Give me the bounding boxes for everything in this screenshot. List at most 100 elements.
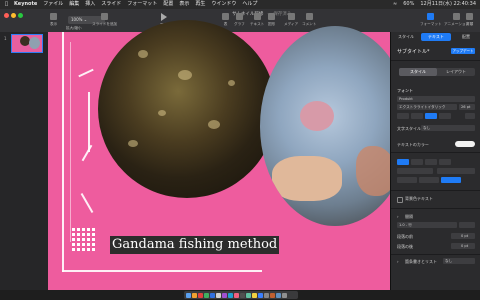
app-icon[interactable] [210,292,215,298]
shape-icon [268,13,276,20]
fish-photo-left[interactable] [98,20,276,198]
minimize-window-button[interactable] [11,13,16,18]
wifi-icon[interactable]: ≈ [393,0,397,9]
chart-icon [235,13,243,20]
menu-view[interactable]: 表示 [179,0,189,9]
app-icon[interactable] [240,292,245,298]
italic-button[interactable] [411,113,423,119]
bold-button[interactable] [397,113,409,119]
inspector-tabs: スタイル テキスト 配置 [391,33,480,41]
shape-button[interactable]: 図形 [268,13,275,27]
text-color-well[interactable] [455,141,475,147]
app-icon[interactable] [264,292,269,298]
menu-format[interactable]: フォーマット [127,0,157,9]
align-left-button[interactable] [397,159,409,165]
menu-file[interactable]: ファイル [43,0,63,9]
table-label: 表 [223,22,228,26]
paragraph-style[interactable]: サブタイトル* [397,48,430,55]
chart-button[interactable]: グラフ [234,13,245,27]
clock[interactable]: 12月11日(水) 22:40:34 [420,0,476,9]
frame-line [70,42,71,242]
app-icon[interactable] [192,292,197,298]
app-icon[interactable] [198,292,203,298]
spacing-stepper[interactable] [459,222,475,228]
justify-button[interactable] [439,159,451,165]
view-icon [50,13,58,20]
slide-number: 1 [4,36,7,41]
char-style-label: 文字スタイル [397,126,421,131]
app-icon[interactable] [228,292,233,298]
menu-app[interactable]: Keynote [14,0,37,9]
fish-photo-right[interactable] [260,26,410,226]
keynote-icon[interactable] [258,292,263,298]
align-center-button[interactable] [411,159,423,165]
segment-style[interactable]: スタイル [399,68,437,76]
slide-thumbnail[interactable] [11,34,43,53]
indent-increase-button[interactable] [437,168,475,174]
after-value: 0 pt [461,243,469,248]
chevron-right-icon[interactable]: › [397,214,399,219]
menu-help[interactable]: ヘルプ [242,0,257,9]
divider [391,254,480,255]
photo-detail [272,156,342,201]
table-icon [222,13,229,20]
divider [391,208,480,209]
photo-detail [128,140,138,147]
align-right-button[interactable] [425,159,437,165]
menu-arrange[interactable]: 配置 [163,0,173,9]
menu-window[interactable]: ウインドウ [211,0,236,9]
app-icon[interactable] [246,292,251,298]
close-window-button[interactable] [4,13,9,18]
strikethrough-button[interactable] [439,113,451,119]
trash-icon[interactable] [282,292,287,298]
update-button[interactable]: アップデート [451,48,475,54]
thumbnail-photo [29,37,40,49]
slide-title[interactable]: Gandama fishing method [110,236,280,254]
valign-middle-button[interactable] [419,177,439,183]
add-slide-button[interactable]: スライドを追加 [92,13,117,27]
media-icon [287,13,295,20]
before-label: 段落の前 [397,234,413,239]
app-icon[interactable] [270,292,275,298]
gear-icon[interactable] [465,113,475,119]
text-button[interactable]: テキスト [250,13,264,27]
apple-icon[interactable]:  [5,0,8,9]
app-icon[interactable] [234,292,239,298]
menu-play[interactable]: 再生 [195,0,205,9]
dot-pattern [72,228,102,258]
frame-line [78,68,94,78]
valign-top-button[interactable] [397,177,417,183]
app-icon[interactable] [252,292,257,298]
view-button[interactable]: 表示 [50,13,57,27]
media-button[interactable]: メディア [284,13,298,27]
format-button[interactable]: フォーマット [420,13,442,27]
frame-line [88,92,90,152]
app-icon[interactable] [204,292,209,298]
app-icon[interactable] [222,292,227,298]
background-text-checkbox[interactable] [397,197,403,203]
valign-bottom-button[interactable] [441,177,461,183]
text-icon [253,13,261,20]
segment-layout[interactable]: レイアウト [437,68,475,76]
comment-button[interactable]: コメント [302,13,316,27]
app-icon[interactable] [276,292,281,298]
document-label: 書類 [466,22,474,26]
chevron-right-icon[interactable]: › [397,259,399,264]
char-style-value: なし [423,125,431,130]
underline-button[interactable] [425,113,437,119]
app-icon[interactable] [216,292,221,298]
document-button[interactable]: 書類 [466,13,473,27]
battery-label[interactable]: 60% [403,0,414,9]
tab-text[interactable]: テキスト [421,33,451,41]
table-button[interactable]: 表 [222,13,229,27]
photo-detail [228,80,235,86]
indent-decrease-button[interactable] [397,168,433,174]
tab-arrange[interactable]: 配置 [451,33,480,41]
menu-insert[interactable]: 挿入 [85,0,95,9]
menu-slide[interactable]: スライド [101,0,121,9]
tab-style[interactable]: スタイル [391,33,421,41]
zoom-window-button[interactable] [18,13,23,18]
finder-icon[interactable] [186,292,191,298]
frame-line [62,270,262,272]
menu-edit[interactable]: 編集 [69,0,79,9]
